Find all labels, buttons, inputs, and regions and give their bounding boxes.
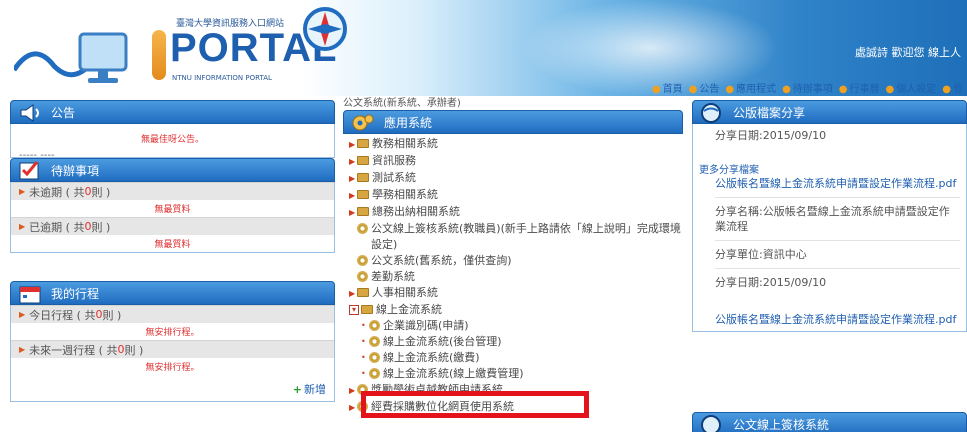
folder-icon bbox=[357, 288, 369, 297]
submenu-item-payment[interactable]: • 線上金流系統(繳費) bbox=[349, 350, 683, 366]
menu-item[interactable]: 差勤系統 bbox=[349, 269, 683, 285]
compass-icon bbox=[303, 7, 347, 51]
gear-icon bbox=[357, 223, 368, 234]
submenu-item[interactable]: • 線上金流系統(線上繳費管理) bbox=[349, 366, 683, 382]
gear-icon bbox=[369, 352, 380, 363]
folder-icon bbox=[357, 173, 369, 182]
schedule-title: 我的行程 bbox=[51, 286, 100, 301]
checklist-icon bbox=[19, 161, 39, 180]
submenu-item[interactable]: • 企業識別碼(申請) bbox=[349, 318, 683, 334]
gear-icon bbox=[369, 368, 380, 379]
todo-panel: 待辦事項 ▶ 未逾期 ( 共 0 則 ) 無最質料 ▶ 已逾期 ( 共 0 則 ) … bbox=[10, 158, 335, 253]
portal-header: 臺灣大學資訊服務入口網站 PORTAL NTNU INFORMATION POR… bbox=[0, 0, 967, 96]
calendar-icon bbox=[19, 286, 41, 304]
schedule-row-today[interactable]: ▶ 今日行程 ( 共 0 則 ) bbox=[11, 305, 334, 323]
folder-icon bbox=[357, 190, 369, 199]
pdf-link[interactable]: 公版帳名暨線上金流系統申請暨設定作業流程.pdf bbox=[715, 176, 960, 191]
apps-header: 應用系統 bbox=[343, 110, 683, 134]
schedule-header: 我的行程 bbox=[10, 281, 335, 305]
apps-menu: ▶ 教務相關系統 ▶ 資訊服務 ▶ 測試系統 ▶ 學務相關系統 ▶ 總務出納相關系統 公文… bbox=[343, 134, 683, 416]
welcome-text: 處誠詩 歡迎您 線上人 bbox=[855, 46, 961, 59]
nav-announcements[interactable]: ● 公告 bbox=[689, 80, 720, 95]
menu-item[interactable]: ▶ 總務出納相關系統 bbox=[349, 204, 683, 221]
menu-item[interactable]: ▶ 資訊服務 bbox=[349, 153, 683, 170]
menu-item[interactable]: ▶ 人事相關系統 bbox=[349, 285, 683, 302]
add-schedule-button[interactable]: + 新增 bbox=[11, 375, 334, 401]
news-title: 公告 bbox=[51, 105, 76, 120]
menu-item[interactable]: 公文系統(舊系統，僅供查詢) bbox=[349, 253, 683, 269]
nav-settings[interactable]: ● 個人設定 bbox=[886, 80, 937, 95]
globe-icon bbox=[701, 415, 721, 432]
nav-apps[interactable]: ● 應用程式 bbox=[725, 80, 776, 95]
top-nav: ● 首頁 ● 公告 ● 應用程式 ● 待辦事項 ● 行事曆 ● 個人設定 ● 登 bbox=[652, 80, 963, 95]
nav-todo[interactable]: ● 待辦事項 bbox=[782, 80, 833, 95]
folder-icon bbox=[357, 139, 369, 148]
folder-icon bbox=[357, 156, 369, 165]
menu-item[interactable]: 公文線上簽核系統(教職員)(新手上路請依「線上說明」完成環境設定) bbox=[349, 221, 683, 253]
nav-calendar[interactable]: ● 行事曆 bbox=[839, 80, 880, 95]
apps-title: 應用系統 bbox=[384, 115, 433, 130]
menu-item-expanded[interactable]: ▾ 線上金流系統 bbox=[349, 302, 683, 318]
gear-icon bbox=[357, 255, 368, 266]
globe-icon bbox=[701, 103, 721, 123]
next-panel-header: 公文線上簽核系統 bbox=[692, 412, 967, 432]
todo-row-overdue[interactable]: ▶ 已逾期 ( 共 0 則 ) bbox=[11, 217, 334, 235]
monitor-icon bbox=[14, 32, 128, 83]
menu-item[interactable]: ▶ 測試系統 bbox=[349, 170, 683, 187]
schedule-panel: 我的行程 ▶ 今日行程 ( 共 0 則 ) 無安排行程。 ▶ 未來一週行程 ( 共 … bbox=[10, 281, 335, 402]
gear-icon bbox=[369, 320, 380, 331]
highlight-box bbox=[361, 391, 589, 418]
submenu-item[interactable]: • 線上金流系統(後台管理) bbox=[349, 334, 683, 350]
logo-tagline: NTNU INFORMATION PORTAL bbox=[172, 74, 272, 82]
nav-logout[interactable]: ● 登 bbox=[942, 80, 963, 95]
pdf-link[interactable]: 公版帳名暨線上金流系統申請暨設定作業流程.pdf bbox=[715, 312, 960, 327]
todo-title: 待辦事項 bbox=[51, 163, 100, 178]
todo-header: 待辦事項 bbox=[10, 158, 335, 182]
todo-row-pending[interactable]: ▶ 未逾期 ( 共 0 則 ) bbox=[11, 182, 334, 200]
speaker-icon bbox=[20, 104, 39, 122]
middle-column: 公文系統(新系統、承辦者) 應用系統 ▶ 教務相關系統 ▶ 資訊服務 ▶ 測試系統 ▶… bbox=[343, 98, 683, 416]
share-title: 公版檔案分享 bbox=[733, 105, 806, 120]
folder-icon bbox=[357, 207, 369, 216]
share-header: 公版檔案分享 bbox=[692, 100, 967, 124]
nav-home[interactable]: ● 首頁 bbox=[652, 80, 683, 95]
schedule-row-week[interactable]: ▶ 未來一週行程 ( 共 0 則 ) bbox=[11, 340, 334, 358]
menu-item[interactable]: ▶ 學務相關系統 bbox=[349, 187, 683, 204]
left-column: 公告 無最佳呀公告。 ----- ---- 待辦事項 ▶ 未逾期 ( 共 0 則 … bbox=[10, 100, 335, 402]
news-panel: 公告 無最佳呀公告。 ----- ---- bbox=[10, 100, 335, 158]
news-header: 公告 bbox=[10, 100, 335, 124]
news-empty: 無最佳呀公告。 bbox=[140, 135, 204, 145]
gears-icon bbox=[352, 114, 374, 131]
more-files-link[interactable]: 更多分享檔案 bbox=[699, 161, 960, 176]
collapse-icon: ▾ bbox=[349, 305, 359, 315]
gear-icon bbox=[369, 336, 380, 347]
folder-open-icon bbox=[361, 305, 373, 314]
menu-item[interactable]: ▶ 教務相關系統 bbox=[349, 136, 683, 153]
right-column: 公版檔案分享 分享日期:2015/09/10 更多分享檔案 公版帳名暨線上金流系… bbox=[692, 100, 967, 432]
gear-icon bbox=[357, 271, 368, 282]
